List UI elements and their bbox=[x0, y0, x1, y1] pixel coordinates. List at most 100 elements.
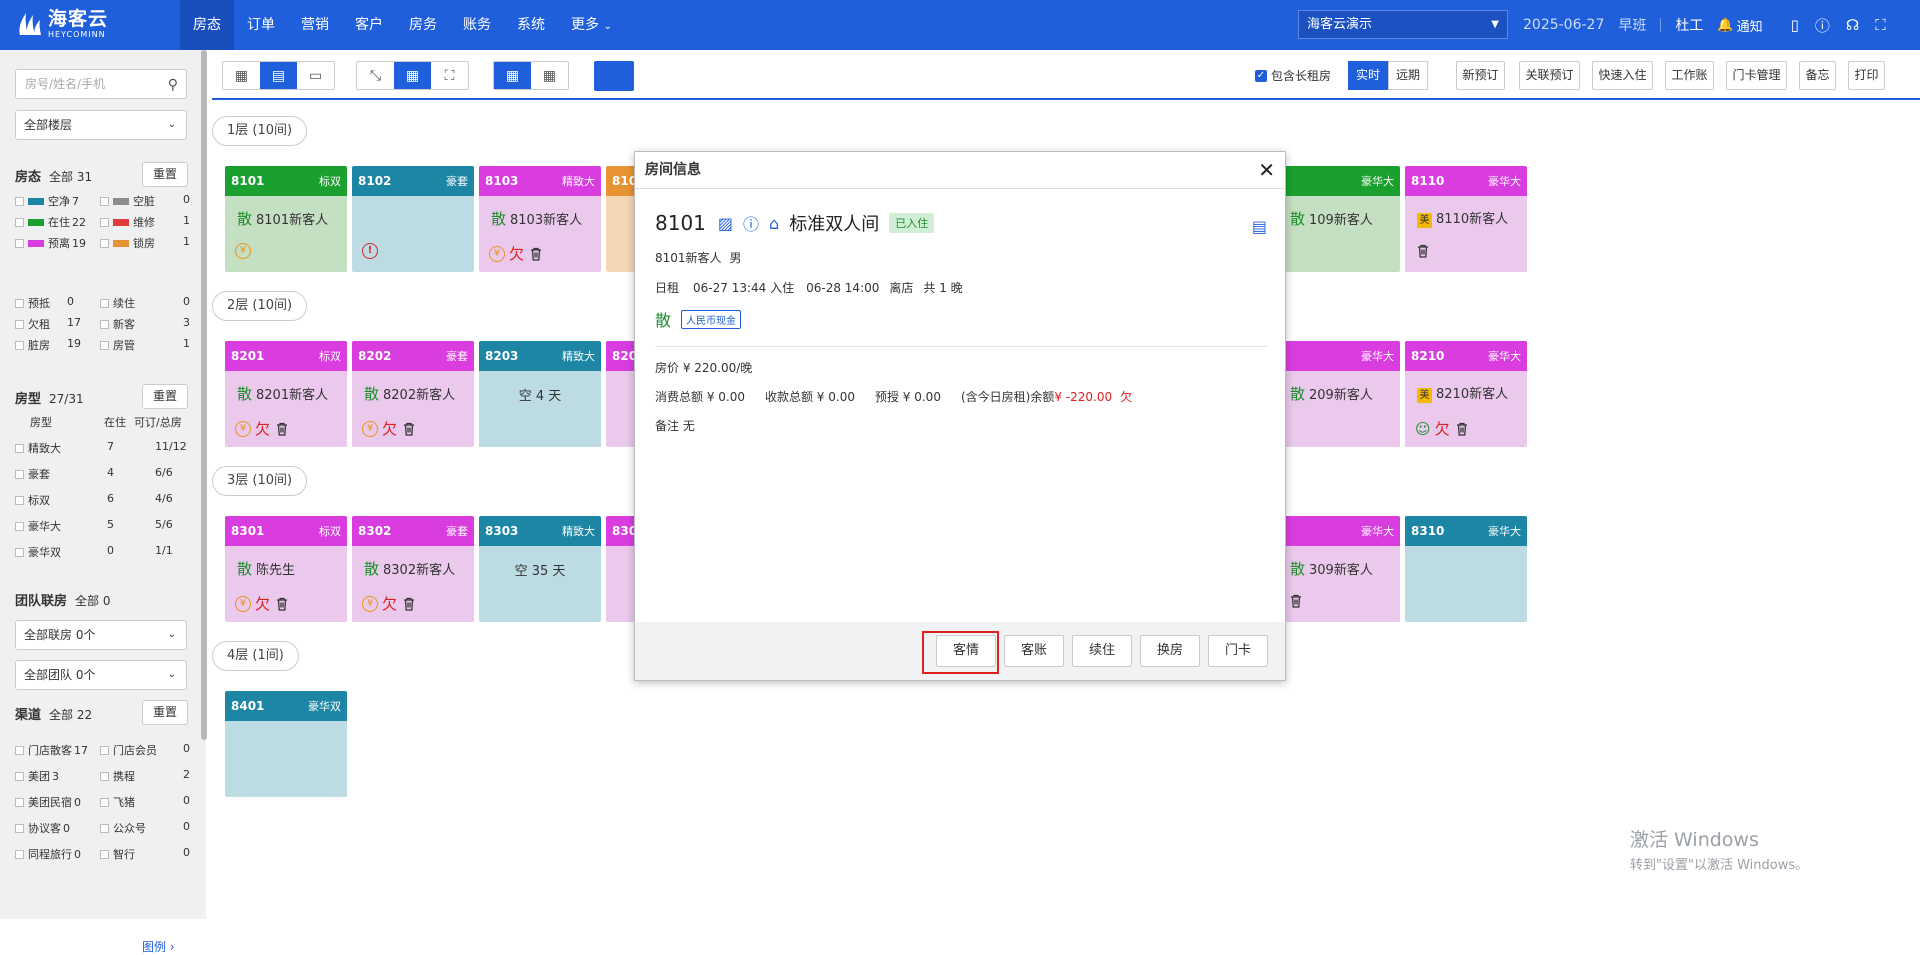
status-filter[interactable]: 维修 bbox=[100, 214, 155, 230]
status-filter[interactable]: 新客 bbox=[100, 316, 135, 332]
compress-icon[interactable]: ⤡ bbox=[357, 62, 394, 89]
checkbox[interactable] bbox=[15, 319, 24, 329]
checkbox[interactable] bbox=[15, 217, 24, 227]
channel-reset-button[interactable]: 重置 bbox=[142, 700, 188, 725]
room-card[interactable]: 豪华大散 109新客人 bbox=[1278, 166, 1400, 272]
channel-filter[interactable]: 美团 3 bbox=[15, 768, 59, 784]
room-card[interactable]: 8110 豪华大美 8110新客人 bbox=[1405, 166, 1527, 272]
quick-checkin-button[interactable]: 快速入住 bbox=[1592, 61, 1653, 90]
channel-filter[interactable]: 智行 bbox=[100, 846, 135, 862]
sidebar-scrollbar[interactable] bbox=[201, 50, 207, 740]
legend-link[interactable]: 图例 › bbox=[142, 938, 175, 955]
floor-label[interactable]: 4层 (1间) bbox=[212, 641, 299, 671]
room-type-filter[interactable]: 精致大 bbox=[15, 440, 61, 456]
checkbox[interactable] bbox=[15, 469, 24, 479]
color-toggle-button[interactable] bbox=[594, 61, 634, 91]
checkbox[interactable] bbox=[100, 298, 109, 308]
status-filter[interactable]: 空脏 bbox=[100, 193, 155, 209]
checkbox[interactable] bbox=[15, 797, 24, 807]
large-card-icon[interactable]: ▦ bbox=[494, 62, 531, 89]
work-account-button[interactable]: 工作账 bbox=[1665, 61, 1714, 90]
room-type-filter[interactable]: 豪华大 bbox=[15, 518, 61, 534]
checkbox[interactable] bbox=[15, 849, 24, 859]
checkbox[interactable] bbox=[15, 495, 24, 505]
status-filter[interactable]: 空净 7 bbox=[15, 193, 79, 209]
room-card[interactable]: 豪华大散 209新客人 bbox=[1278, 341, 1400, 447]
room-type-filter[interactable]: 标双 bbox=[15, 492, 50, 508]
checkbox[interactable] bbox=[100, 319, 109, 329]
bed-view-icon[interactable]: ▭ bbox=[297, 62, 334, 89]
status-filter[interactable]: 预离 19 bbox=[15, 235, 86, 251]
channel-filter[interactable]: 同程旅行 0 bbox=[15, 846, 81, 862]
status-filter[interactable]: 续住 bbox=[100, 295, 135, 311]
home-icon[interactable]: ⌂ bbox=[769, 214, 779, 233]
trash-icon[interactable] bbox=[274, 596, 290, 612]
menu-marketing[interactable]: 营销 bbox=[288, 0, 342, 50]
room-type-filter[interactable]: 豪套 bbox=[15, 466, 50, 482]
room-type-filter[interactable]: 豪华双 bbox=[15, 544, 61, 560]
document-icon[interactable]: ▤ bbox=[1252, 217, 1267, 236]
checkbox[interactable] bbox=[15, 771, 24, 781]
checkbox[interactable] bbox=[100, 217, 109, 227]
checkbox[interactable] bbox=[15, 340, 24, 350]
room-card[interactable]: 8310 豪华大 bbox=[1405, 516, 1527, 622]
info-icon[interactable]: ⓘ bbox=[743, 211, 759, 235]
room-card[interactable]: 8102 豪套! bbox=[352, 166, 474, 272]
menu-more[interactable]: 更多 ⌄ bbox=[558, 0, 625, 50]
checkbox[interactable] bbox=[15, 521, 24, 531]
checkbox[interactable] bbox=[15, 823, 24, 833]
channel-filter[interactable]: 携程 bbox=[100, 768, 135, 784]
menu-accounts[interactable]: 账务 bbox=[450, 0, 504, 50]
room-card[interactable]: 8101 标双散 8101新客人 ¥ bbox=[225, 166, 347, 272]
checkbox[interactable] bbox=[15, 443, 24, 453]
room-status-reset-button[interactable]: 重置 bbox=[142, 162, 188, 187]
linked-room-select[interactable]: 全部联房 0个 ⌄ bbox=[15, 620, 187, 650]
menu-orders[interactable]: 订单 bbox=[234, 0, 288, 50]
status-filter[interactable]: 脏房 bbox=[15, 337, 50, 353]
grid-view-icon[interactable]: ▦ bbox=[223, 62, 260, 89]
floor-view-icon[interactable]: ▤ bbox=[260, 62, 297, 89]
room-card[interactable]: 8202 豪套散 8202新客人 ¥ 欠 bbox=[352, 341, 474, 447]
menu-room-status[interactable]: 房态 bbox=[180, 0, 234, 50]
status-filter[interactable]: 锁房 bbox=[100, 235, 155, 251]
realtime-tab[interactable]: 实时 bbox=[1348, 61, 1388, 90]
checkbox[interactable] bbox=[15, 547, 24, 557]
hotel-select[interactable]: 海客云演示 ▼ bbox=[1298, 10, 1508, 39]
tile-icon[interactable]: ▦ bbox=[394, 62, 431, 89]
close-icon[interactable]: ✕ bbox=[1258, 158, 1275, 182]
room-card[interactable]: 豪华大散 309新客人 bbox=[1278, 516, 1400, 622]
menu-housekeeping[interactable]: 房务 bbox=[396, 0, 450, 50]
room-type-row[interactable]: 豪华双 0 1/1 bbox=[15, 544, 190, 562]
guest-account-button[interactable]: 客账 bbox=[1004, 635, 1064, 667]
extend-stay-button[interactable]: 续住 bbox=[1072, 635, 1132, 667]
room-card[interactable]: 8103 精致大散 8103新客人 ¥ 欠 bbox=[479, 166, 601, 272]
channel-filter[interactable]: 飞猪 bbox=[100, 794, 135, 810]
search-icon[interactable]: ⚲ bbox=[168, 71, 178, 99]
room-card[interactable]: 8401 豪华双 bbox=[225, 691, 347, 797]
floor-label[interactable]: 3层 (10间) bbox=[212, 466, 308, 496]
room-card[interactable]: 8301 标双散陈先生 ¥ 欠 bbox=[225, 516, 347, 622]
channel-filter[interactable]: 门店会员 bbox=[100, 742, 157, 758]
user-name[interactable]: 杜工 bbox=[1675, 15, 1703, 35]
long-rent-checkbox[interactable]: ✓ 包含长租房 bbox=[1255, 67, 1331, 84]
room-card[interactable]: 8210 豪华大美 8210新客人 ☺ 欠 bbox=[1405, 341, 1527, 447]
room-card[interactable]: 8302 豪套散 8302新客人 ¥ 欠 bbox=[352, 516, 474, 622]
room-type-row[interactable]: 标双 6 4/6 bbox=[15, 492, 190, 510]
channel-filter[interactable]: 公众号 bbox=[100, 820, 146, 836]
search-input[interactable]: 房号/姓名/手机 ⚲ bbox=[15, 69, 187, 99]
print-button[interactable]: 打印 bbox=[1848, 61, 1885, 90]
notice-button[interactable]: 🔔 通知 bbox=[1717, 16, 1776, 35]
memo-button[interactable]: 备忘 bbox=[1799, 61, 1836, 90]
fullscreen-icon[interactable]: ⛶ bbox=[1875, 16, 1886, 34]
room-card[interactable]: 8203 精致大空 4 天 bbox=[479, 341, 601, 447]
small-card-icon[interactable]: ▦ bbox=[531, 62, 568, 89]
floor-label[interactable]: 2层 (10间) bbox=[212, 291, 308, 321]
trash-icon[interactable] bbox=[1415, 243, 1431, 259]
room-type-reset-button[interactable]: 重置 bbox=[142, 384, 188, 409]
checkbox[interactable] bbox=[15, 298, 24, 308]
room-card[interactable]: 8201 标双散 8201新客人 ¥ 欠 bbox=[225, 341, 347, 447]
checkbox[interactable] bbox=[100, 340, 109, 350]
linked-booking-button[interactable]: 关联预订 bbox=[1519, 61, 1580, 90]
menu-system[interactable]: 系统 bbox=[504, 0, 558, 50]
image-icon[interactable]: ▨ bbox=[718, 214, 733, 233]
